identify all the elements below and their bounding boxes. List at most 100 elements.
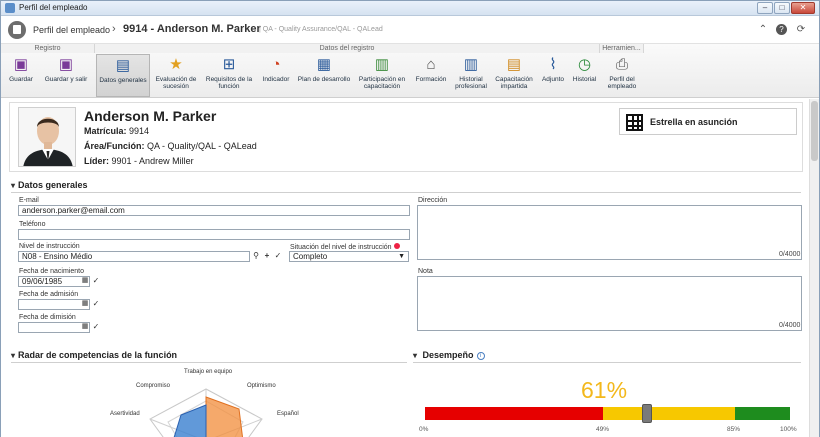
save-exit-label: Guardar y salir <box>44 76 88 83</box>
clear-icon[interactable]: ✓ <box>273 251 283 261</box>
clear-date-icon[interactable]: ✓ <box>91 322 101 332</box>
title-bar: Perfil del empleado – □ ✕ <box>1 1 819 16</box>
save-button[interactable]: ▣ Guardar <box>4 54 38 97</box>
employee-card: Anderson M. Parker Matrícula: 9914 Área/… <box>9 102 803 172</box>
training-participation-button[interactable]: ▥ Participación en capacitación <box>354 54 410 97</box>
radar-axis-label: Compromiso <box>136 383 171 389</box>
star-assumption-label: Estrella en asunción <box>650 117 738 127</box>
search-icon[interactable]: ⚲ <box>251 251 261 261</box>
gauge-segment-high <box>735 407 790 420</box>
save-icon: ▣ <box>13 56 29 73</box>
minimize-button[interactable]: – <box>757 2 773 14</box>
radar-axis-label: Trabajo en equipo <box>184 369 233 375</box>
history-button[interactable]: ◷ Historial <box>570 54 599 97</box>
lider-line: Líder: 9901 - Andrew Miller <box>84 156 194 166</box>
page-header: Perfil del empleado › 9914 - Anderson M.… <box>1 16 819 44</box>
development-plan-button[interactable]: ▦ Plan de desarrollo <box>296 54 352 97</box>
section-performance[interactable]: Desempeñoi <box>413 350 485 360</box>
section-divider <box>413 362 801 363</box>
employee-name: Anderson M. Parker <box>84 108 217 124</box>
history-icon: ◷ <box>577 56 592 73</box>
window-title: Perfil del empleado <box>19 3 88 12</box>
address-counter: 0/4000 <box>779 251 801 258</box>
section-general-data[interactable]: Datos generales <box>11 180 88 190</box>
calendar-icon[interactable]: ▦ <box>80 322 90 332</box>
admission-date-label: Fecha de admisión <box>19 291 79 298</box>
star-assumption-button[interactable]: Estrella en asunción <box>619 108 797 135</box>
gauge-tick-85: 85% <box>727 426 741 433</box>
dismissal-date-label: Fecha de dimisión <box>19 314 76 321</box>
education-field[interactable]: N08 - Ensino Médio <box>18 251 250 262</box>
attachment-button[interactable]: ⌇ Adjunto <box>538 54 568 97</box>
clear-date-icon[interactable]: ✓ <box>91 276 101 286</box>
note-counter: 0/4000 <box>779 322 801 329</box>
training-given-label: Capacitación impartida <box>495 76 533 90</box>
help-icon[interactable]: ? <box>776 24 787 35</box>
gauge-icon: ◔ <box>271 56 281 73</box>
general-data-label: Datos generales <box>99 77 147 84</box>
email-label: E-mail <box>19 197 39 204</box>
succession-evaluation-button[interactable]: ★ Evaluación de sucesión <box>151 54 201 97</box>
employee-avatar <box>19 108 75 166</box>
add-icon[interactable]: + <box>262 251 272 261</box>
lider-value: 9901 - Andrew Miller <box>111 156 194 166</box>
attachment-label: Adjunto <box>541 76 565 83</box>
app-icon <box>5 3 15 13</box>
phone-field[interactable] <box>18 229 410 240</box>
indicator-button[interactable]: ◔ Indicador <box>258 54 294 97</box>
education-status-label: Situación del nivel de instrucción <box>290 243 400 251</box>
ribbon-group-registro: Registro <box>1 44 95 53</box>
maximize-button[interactable]: □ <box>774 2 790 14</box>
formation-button[interactable]: ⌂ Formación <box>412 54 450 97</box>
education-status-select[interactable]: Completo ▼ <box>289 251 409 262</box>
vertical-scrollbar[interactable] <box>809 99 819 437</box>
area-label: Área/Función: <box>84 141 145 151</box>
address-textarea[interactable] <box>417 205 802 260</box>
gauge-segment-mid <box>603 407 735 420</box>
save-exit-button[interactable]: ▣ Guardar y salir <box>40 54 92 97</box>
employee-profile-report-button[interactable]: ⎙ Perfil del empleado <box>602 54 642 97</box>
org-chart-icon: ⊞ <box>222 56 236 73</box>
development-plan-label: Plan de desarrollo <box>297 76 351 83</box>
page-title: 9914 - Anderson M. Parker <box>123 23 261 35</box>
calendar-icon[interactable]: ▦ <box>80 276 90 286</box>
info-icon[interactable]: i <box>476 352 485 360</box>
required-icon <box>393 243 400 249</box>
note-textarea[interactable] <box>417 276 802 331</box>
function-requirements-button[interactable]: ⊞ Requisitos de la función <box>202 54 256 97</box>
briefcase-icon: ▤ <box>506 56 522 73</box>
birth-date-label: Fecha de nacimiento <box>19 268 84 275</box>
calendar-icon[interactable]: ▦ <box>80 299 90 309</box>
collapse-icon[interactable]: ⌃ <box>757 24 769 36</box>
employee-photo <box>18 107 76 167</box>
ribbon-toolbar: Registro Datos del registro Herramien...… <box>1 44 819 98</box>
education-label: Nivel de instrucción <box>19 243 80 250</box>
general-data-icon: ▤ <box>115 57 131 74</box>
printer-icon: ⎙ <box>615 56 628 73</box>
note-label: Nota <box>418 268 433 275</box>
radar-series-required <box>205 396 244 437</box>
gauge-tick-100: 100% <box>780 426 797 433</box>
nine-box-grid-icon <box>626 114 643 131</box>
email-field[interactable]: anderson.parker@email.com <box>18 205 410 216</box>
page-subtitle: | QA - Quality Assurance/QAL - QALead <box>259 26 383 33</box>
general-data-button[interactable]: ▤ Datos generales <box>96 54 150 97</box>
breadcrumb-chevron-icon: › <box>112 23 116 35</box>
professional-history-button[interactable]: ▥ Historial profesional <box>452 54 490 97</box>
matricula-value: 9914 <box>129 126 150 136</box>
gauge-segment-low <box>425 407 603 420</box>
section-competency-radar[interactable]: Radar de competencias de la función <box>11 350 177 360</box>
breadcrumb[interactable]: Perfil del empleado <box>33 25 110 35</box>
scrollbar-thumb[interactable] <box>811 101 818 161</box>
area-line: Área/Función: QA - Quality/QAL - QALead <box>84 141 257 151</box>
training-icon: ▥ <box>374 56 390 73</box>
training-given-button[interactable]: ▤ Capacitación impartida <box>492 54 536 97</box>
close-button[interactable]: ✕ <box>791 2 815 14</box>
clear-date-icon[interactable]: ✓ <box>91 299 101 309</box>
education-status-label-text: Situación del nivel de instrucción <box>290 244 392 251</box>
dropdown-arrow-icon: ▼ <box>398 253 405 260</box>
gauge-marker <box>642 404 652 423</box>
refresh-icon[interactable]: ⟳ <box>795 24 807 36</box>
performance-value: 61% <box>581 377 628 403</box>
save-label: Guardar <box>9 76 33 83</box>
